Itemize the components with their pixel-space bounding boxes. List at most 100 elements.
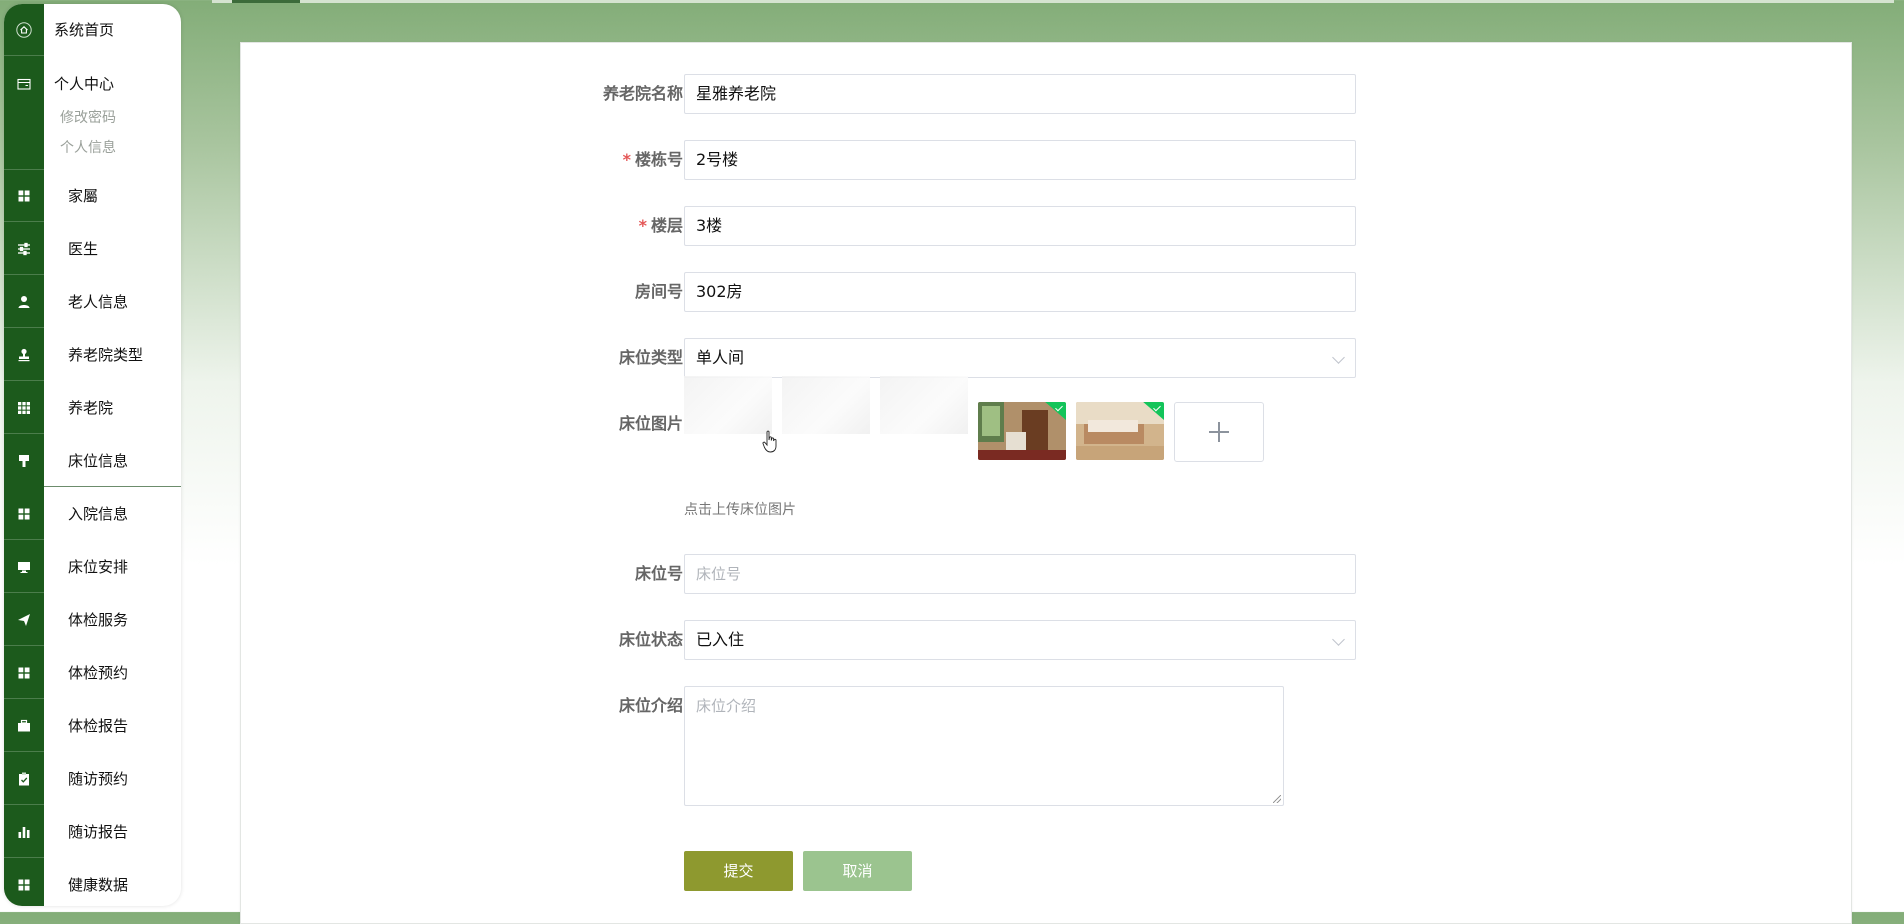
sidebar-item-family[interactable]: 家屬 (4, 170, 181, 222)
resize-handle[interactable] (1273, 795, 1281, 803)
sidebar-item-checkup-report[interactable]: 体检报告 (4, 700, 181, 752)
sliders-icon (4, 223, 44, 275)
sidebar-item-elderly-info[interactable]: 老人信息 (4, 276, 181, 328)
required-marker: * (638, 216, 647, 235)
stamp-icon (4, 329, 44, 381)
divider (4, 380, 44, 381)
active-tab-indicator (232, 0, 300, 3)
bed-type-select[interactable]: 单人间 (684, 338, 1356, 378)
sidebar-item-checkup-booking[interactable]: 体检预约 (4, 647, 181, 699)
divider (4, 55, 44, 56)
apps-icon (4, 382, 44, 434)
sidebar-item-followup-report[interactable]: 随访报告 (4, 806, 181, 858)
sidebar-item-label: 随访预约 (68, 770, 129, 788)
upload-hint: 点击上传床位图片 (684, 502, 796, 518)
sidebar-item-checkup-service[interactable]: 体检服务 (4, 594, 181, 646)
uploaded-image-thumb[interactable] (880, 376, 968, 434)
home-icon (4, 4, 44, 56)
sidebar-item-bed-arrangement[interactable]: 床位安排 (4, 541, 181, 593)
bed-status-select[interactable]: 已入住 (684, 620, 1356, 660)
nursing-home-name-input[interactable]: 星雅养老院 (684, 74, 1356, 114)
divider (4, 804, 44, 805)
submit-button[interactable]: 提交 (684, 851, 793, 891)
sidebar-item-label: 体检服务 (68, 611, 129, 629)
bed-intro-textarea[interactable]: 床位介绍 (684, 686, 1284, 806)
top-tab-strip (212, 0, 1894, 3)
sidebar-item-doctor[interactable]: 医生 (4, 223, 181, 275)
divider (4, 592, 44, 593)
sidebar-item-personal-center[interactable]: 个人中心 (4, 58, 181, 110)
bar-chart-icon (4, 806, 44, 858)
divider (4, 751, 44, 752)
divider (4, 645, 44, 646)
sidebar: 系统首页 个人中心 修改密码 个人信息 家屬 医生 老人信息 养老院类型 养老院 (4, 4, 181, 906)
divider (4, 698, 44, 699)
field-label: 养老院名称 (602, 84, 683, 103)
bedroom-photo-thumb[interactable] (978, 402, 1066, 460)
divider (4, 221, 44, 222)
user-icon (4, 276, 44, 328)
sidebar-item-label: 床位信息 (68, 452, 129, 470)
field-label: 床位号 (634, 564, 683, 583)
required-marker: * (622, 150, 631, 169)
field-label: 床位图片 (618, 414, 683, 433)
field-label: 床位状态 (618, 630, 683, 649)
sidebar-item-label: 老人信息 (68, 293, 129, 311)
bedroom-photo-image (1076, 402, 1164, 460)
divider (4, 857, 44, 858)
sidebar-item-label: 养老院类型 (68, 346, 144, 364)
building-input[interactable]: 2号楼 (684, 140, 1356, 180)
chevron-down-icon (1332, 351, 1345, 364)
sidebar-item-label: 入院信息 (68, 505, 129, 523)
grid-icon (4, 170, 44, 222)
sidebar-item-label: 系统首页 (54, 21, 115, 39)
cancel-button[interactable]: 取消 (803, 851, 912, 891)
bedroom-photo-thumb[interactable] (1076, 402, 1164, 460)
sidebar-item-bed-info[interactable]: 床位信息 (4, 435, 181, 487)
divider (4, 539, 44, 540)
sidebar-item-admission-info[interactable]: 入院信息 (4, 488, 181, 540)
bed-form-card: 养老院名称 星雅养老院 * 楼栋号 2号楼 * 楼层 3楼 房间号 302房 床位类… (240, 42, 1852, 924)
field-label: 床位类型 (618, 348, 683, 367)
sidebar-item-label: 健康数据 (68, 876, 129, 894)
floor-input[interactable]: 3楼 (684, 206, 1356, 246)
bed-no-input[interactable]: 床位号 (684, 554, 1356, 594)
sidebar-item-nursing-home[interactable]: 养老院 (4, 382, 181, 434)
textarea-placeholder: 床位介绍 (696, 697, 757, 715)
active-item-underline (44, 486, 181, 487)
hand-cursor-icon (762, 430, 777, 453)
briefcase-icon (4, 700, 44, 752)
sidebar-item-home[interactable]: 系统首页 (4, 4, 181, 56)
divider (4, 327, 44, 328)
room-input[interactable]: 302房 (684, 272, 1356, 312)
field-label: * 楼栋号 (622, 150, 683, 169)
sidebar-item-nursing-home-type[interactable]: 养老院类型 (4, 329, 181, 381)
image-upload-button[interactable] (1174, 402, 1264, 462)
monitor-icon (4, 541, 44, 593)
sidebar-item-followup-booking[interactable]: 随访预约 (4, 753, 181, 805)
bedroom-photo-image (978, 402, 1066, 460)
field-label: 房间号 (634, 282, 683, 301)
sidebar-subitem-change-password[interactable]: 修改密码 (60, 107, 116, 127)
sidebar-item-label: 医生 (68, 240, 99, 258)
sidebar-item-health-data[interactable]: 健康数据 (4, 859, 181, 906)
uploaded-image-thumb[interactable] (782, 376, 870, 434)
divider (4, 274, 44, 275)
sidebar-item-label: 个人中心 (54, 75, 115, 93)
sidebar-subitem-personal-info[interactable]: 个人信息 (60, 137, 116, 157)
chevron-down-icon (1332, 633, 1345, 646)
send-icon (4, 594, 44, 646)
field-label: 床位介绍 (618, 696, 683, 715)
sidebar-item-label: 体检报告 (68, 717, 129, 735)
field-label: * 楼层 (638, 216, 683, 235)
grid-icon (4, 647, 44, 699)
sidebar-item-label: 养老院 (68, 399, 114, 417)
sidebar-item-label: 体检预约 (68, 664, 129, 682)
wallet-icon (4, 58, 44, 110)
sidebar-item-label: 随访报告 (68, 823, 129, 841)
brush-icon (4, 435, 44, 487)
sidebar-item-label: 家屬 (68, 187, 99, 205)
uploaded-image-thumb[interactable] (684, 376, 772, 434)
grid-icon (4, 488, 44, 540)
divider (4, 433, 44, 434)
